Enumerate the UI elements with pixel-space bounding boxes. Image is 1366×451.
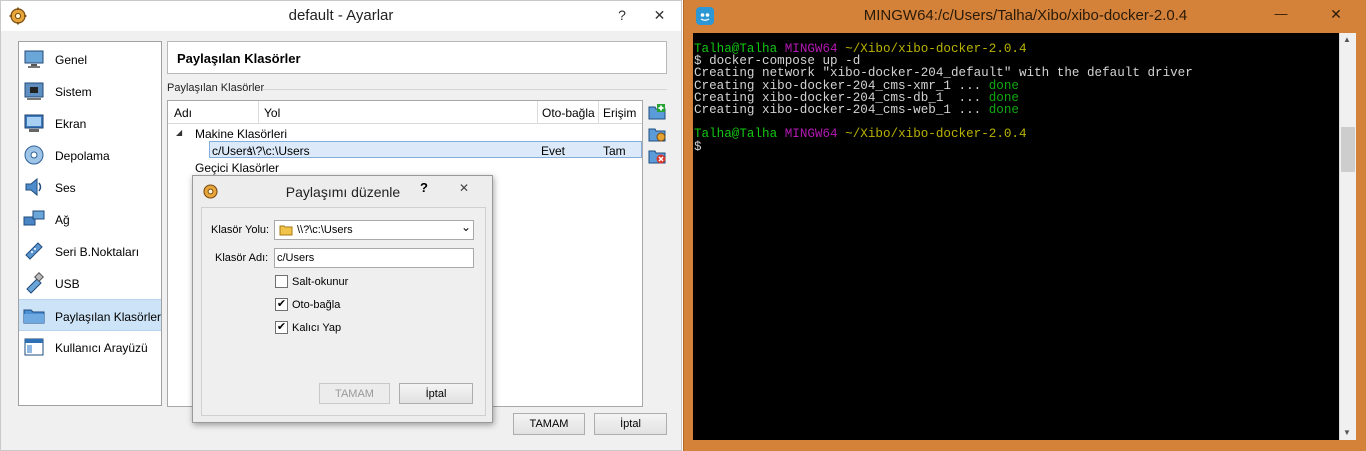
permanent-label: Kalıcı Yap <box>292 322 342 334</box>
folder-name-input[interactable]: c/Users <box>274 248 474 268</box>
usb-icon <box>26 272 44 294</box>
row-name: c/Users <box>212 144 253 158</box>
folder-name-value: c/Users <box>277 252 315 264</box>
folder-path-select[interactable]: \\?\c:\Users ⌄ <box>274 220 474 240</box>
scrollbar-thumb[interactable] <box>1341 127 1355 172</box>
sidebar-item-label: Ekran <box>55 117 87 131</box>
row-access: Tam <box>603 144 626 158</box>
dialog-cancel-button[interactable]: İptal <box>399 383 473 404</box>
prompt-env: MINGW64 <box>784 127 838 142</box>
sidebar-item-label: Genel <box>55 53 88 67</box>
folder-path-label: Klasör Yolu: <box>211 224 270 236</box>
sidebar-item-label: Sistem <box>55 85 92 99</box>
dialog-body: Klasör Yolu: \\?\c:\Users ⌄ Klasör Adı: … <box>201 207 486 416</box>
scroll-up-icon[interactable]: ▲ <box>1343 35 1351 44</box>
sidebar-item-label: Ses <box>55 181 76 195</box>
remove-folder-icon[interactable] <box>648 147 666 165</box>
chip-icon <box>24 82 44 100</box>
column-header-name[interactable]: Adı <box>174 106 192 120</box>
minimize-button[interactable]: — <box>1266 6 1296 21</box>
terminal-window: MINGW64:/c/Users/Talha/Xibo/xibo-docker-… <box>683 0 1366 451</box>
close-button[interactable]: ✕ <box>638 1 681 31</box>
disk-icon <box>24 145 44 165</box>
automount-checkbox[interactable]: ✔ <box>275 298 288 311</box>
sidebar-item-display[interactable]: Ekran <box>19 108 161 138</box>
prompt-user: Talha@Talha <box>694 127 778 142</box>
sidebar-item-label: Depolama <box>55 149 110 163</box>
output-line: Creating xibo-docker-204_cms-web_1 ... <box>694 103 989 118</box>
readonly-checkbox[interactable] <box>275 275 288 288</box>
prompt-path: ~/Xibo/xibo-docker-2.0.4 <box>845 42 1027 56</box>
tree-group-machine[interactable]: ◢ Makine Klasörleri <box>168 125 642 142</box>
sidebar-item-label: Paylaşılan Klasörler <box>55 310 162 324</box>
table-header: Adı Yol Oto-bağla Erişim <box>168 101 642 124</box>
display-icon <box>24 114 44 132</box>
group-label: Paylaşılan Klasörler <box>167 82 265 94</box>
close-button[interactable]: ✕ <box>1314 6 1358 23</box>
sidebar-item-label: USB <box>55 277 80 291</box>
tree-group-transient[interactable]: Geçici Klasörler <box>168 159 642 176</box>
page-title-box: Paylaşılan Klasörler <box>167 41 667 74</box>
help-button[interactable]: ? <box>611 1 633 31</box>
sidebar-item-audio[interactable]: Ses <box>19 172 161 202</box>
sidebar-item-storage[interactable]: Depolama <box>19 140 161 170</box>
sidebar-item-label: Seri B.Noktaları <box>55 245 140 259</box>
edit-folder-icon[interactable] <box>648 125 666 143</box>
sidebar-item-system[interactable]: Sistem <box>19 76 161 106</box>
automount-label: Oto-bağla <box>292 299 341 311</box>
column-header-access[interactable]: Erişim <box>603 106 636 120</box>
dialog-ok-button[interactable]: TAMAM <box>319 383 390 404</box>
group-label-machine: Makine Klasörleri <box>195 127 288 141</box>
sidebar-item-shared-folders[interactable]: Paylaşılan Klasörler <box>19 299 161 331</box>
chevron-down-icon[interactable]: ⌄ <box>461 220 471 234</box>
cancel-button[interactable]: İptal <box>594 413 667 435</box>
sidebar-item-usb[interactable]: USB <box>19 268 161 298</box>
sidebar-item-label: Kullanıcı Arayüzü <box>55 341 148 355</box>
expander-icon[interactable]: ◢ <box>176 128 182 137</box>
ok-button[interactable]: TAMAM <box>513 413 585 435</box>
folder-name-label: Klasör Adı: <box>215 252 269 264</box>
close-button[interactable]: ✕ <box>441 178 487 198</box>
prompt-symbol: $ <box>694 139 702 154</box>
terminal-scrollbar[interactable]: ▲ ▼ <box>1339 33 1356 440</box>
terminal-title: MINGW64:/c/Users/Talha/Xibo/xibo-docker-… <box>863 7 1188 24</box>
window-title: default - Ayarlar <box>288 7 394 24</box>
folder-icon <box>23 309 45 324</box>
column-header-automount[interactable]: Oto-bağla <box>542 106 595 120</box>
folder-icon <box>279 225 293 236</box>
edit-share-dialog: Paylaşımı düzenle ? ✕ Klasör Yolu: \\?\c… <box>192 175 493 423</box>
serial-port-icon <box>25 242 43 260</box>
sidebar-item-network[interactable]: Ağ <box>19 204 161 234</box>
table-row[interactable]: c/Users \\?\c:\Users Evet Tam <box>209 141 642 158</box>
monitor-icon <box>24 50 44 68</box>
sidebar-item-user-interface[interactable]: Kullanıcı Arayüzü <box>19 332 161 362</box>
sidebar-item-general[interactable]: Genel <box>19 44 161 74</box>
settings-titlebar: default - Ayarlar ? ✕ <box>1 1 681 31</box>
folder-path-value: \\?\c:\Users <box>297 224 353 236</box>
row-automount: Evet <box>541 144 566 158</box>
scroll-down-icon[interactable]: ▼ <box>1343 428 1351 437</box>
network-icon <box>23 210 45 226</box>
help-button[interactable]: ? <box>420 180 428 195</box>
permanent-checkbox[interactable]: ✔ <box>275 321 288 334</box>
sidebar-item-serial-ports[interactable]: Seri B.Noktaları <box>19 236 161 266</box>
speaker-icon <box>25 177 42 197</box>
terminal-titlebar: MINGW64:/c/Users/Talha/Xibo/xibo-docker-… <box>684 0 1366 31</box>
group-divider <box>263 89 667 90</box>
prompt-path: ~/Xibo/xibo-docker-2.0.4 <box>845 127 1027 142</box>
group-label-transient: Geçici Klasörler <box>195 161 280 175</box>
row-path: \\?\c:\Users <box>249 144 310 158</box>
settings-sidebar: Genel Sistem Ekran Depolama Ses Ağ Seri … <box>18 41 162 406</box>
done-status: done <box>988 103 1019 118</box>
terminal-text: Talha@Talha MINGW64 ~/Xibo/xibo-docker-2… <box>694 43 1193 153</box>
add-folder-icon[interactable] <box>648 103 666 121</box>
sidebar-item-label: Ağ <box>55 213 70 227</box>
terminal-output[interactable]: Talha@Talha MINGW64 ~/Xibo/xibo-docker-2… <box>693 33 1339 440</box>
column-header-path[interactable]: Yol <box>264 106 280 120</box>
readonly-label: Salt-okunur <box>292 276 349 288</box>
window-icon <box>24 338 44 356</box>
page-title: Paylaşılan Klasörler <box>177 51 301 66</box>
